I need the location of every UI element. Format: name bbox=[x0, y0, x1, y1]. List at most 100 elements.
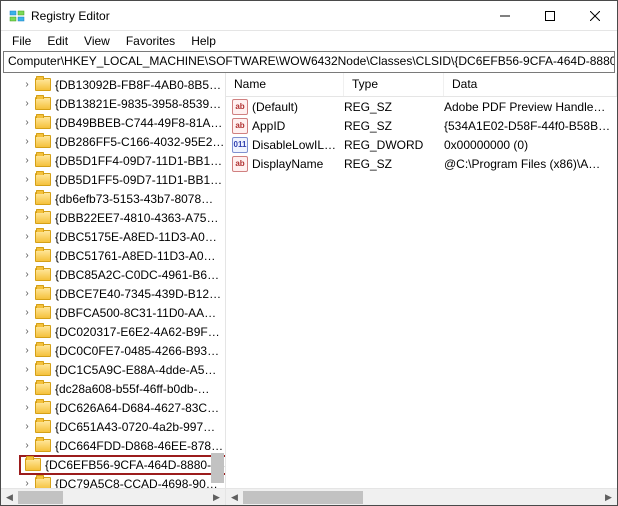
tree-item[interactable]: ›{DB286FF5-C166-4032-95E2… bbox=[1, 132, 225, 151]
tree-item[interactable]: ›{DB5D1FF5-09D7-11D1-BB1… bbox=[1, 170, 225, 189]
binary-value-icon: 011 bbox=[232, 137, 248, 153]
tree-item-label: {DC664FDD-D868-46EE-878… bbox=[55, 439, 223, 453]
scroll-right-icon[interactable]: ▶ bbox=[600, 489, 617, 506]
menu-file[interactable]: File bbox=[5, 32, 38, 50]
menubar: File Edit View Favorites Help bbox=[1, 31, 617, 51]
folder-icon bbox=[35, 439, 51, 452]
column-data[interactable]: Data bbox=[444, 73, 617, 96]
value-row[interactable]: abAppIDREG_SZ{534A1E02-D58F-44f0-B58B… bbox=[226, 116, 617, 135]
tree-item-label: {DC0C0FE7-0485-4266-B93… bbox=[55, 344, 219, 358]
value-row[interactable]: 011DisableLowILPro…REG_DWORD0x00000000 (… bbox=[226, 135, 617, 154]
value-list-pane: Name Type Data ab(Default)REG_SZAdobe PD… bbox=[226, 73, 617, 505]
maximize-button[interactable] bbox=[527, 1, 572, 30]
tree-item-label: {DB49BBEB-C744-49F8-81A… bbox=[55, 116, 222, 130]
folder-icon bbox=[35, 116, 51, 129]
tree-item[interactable]: › {DC79A5C8-CCAD-4698-90… bbox=[1, 474, 225, 488]
tree-item-label: {DC020317-E6E2-4A62-B9F… bbox=[55, 325, 220, 339]
menu-view[interactable]: View bbox=[77, 32, 117, 50]
chevron-right-icon: › bbox=[21, 383, 33, 394]
tree-item[interactable]: ›{DBC51761-A8ED-11D3-A0… bbox=[1, 246, 225, 265]
chevron-right-icon: › bbox=[21, 155, 33, 166]
value-list[interactable]: ab(Default)REG_SZAdobe PDF Preview Handl… bbox=[226, 97, 617, 488]
tree-item[interactable]: ›{DB13821E-9835-3958-8539… bbox=[1, 94, 225, 113]
tree-hscroll[interactable]: ◀ ▶ bbox=[1, 488, 225, 505]
menu-help[interactable]: Help bbox=[184, 32, 223, 50]
window-controls bbox=[482, 1, 617, 30]
tree-item[interactable]: ›{DC1C5A9C-E88A-4dde-A5… bbox=[1, 360, 225, 379]
chevron-right-icon: › bbox=[21, 421, 33, 432]
tree-item[interactable]: ›{DBB22EE7-4810-4363-A75… bbox=[1, 208, 225, 227]
value-type: REG_SZ bbox=[344, 100, 444, 114]
folder-icon bbox=[35, 306, 51, 319]
folder-icon bbox=[35, 173, 51, 186]
tree-item[interactable]: › {DC0C0FE7-0485-4266-B93… bbox=[1, 341, 225, 360]
minimize-button[interactable] bbox=[482, 1, 527, 30]
tree-item-label: {DC626A64-D684-4627-83C… bbox=[55, 401, 219, 415]
tree-item-label: {DBC85A2C-C0DC-4961-B6… bbox=[55, 268, 219, 282]
menu-favorites[interactable]: Favorites bbox=[119, 32, 182, 50]
tree-item[interactable]: › {DBC85A2C-C0DC-4961-B6… bbox=[1, 265, 225, 284]
chevron-right-icon: › bbox=[21, 136, 33, 147]
scroll-left-icon[interactable]: ◀ bbox=[226, 489, 243, 506]
tree-item[interactable]: ›{DB5D1FF4-09D7-11D1-BB1… bbox=[1, 151, 225, 170]
tree-item[interactable]: ›{db6efb73-5153-43b7-8078… bbox=[1, 189, 225, 208]
window-title: Registry Editor bbox=[31, 9, 482, 23]
folder-icon bbox=[35, 135, 51, 148]
tree-item[interactable]: › {DBCE7E40-7345-439D-B12… bbox=[1, 284, 225, 303]
list-hscroll-thumb[interactable] bbox=[243, 491, 363, 504]
tree-item-label: {DC1C5A9C-E88A-4dde-A5… bbox=[55, 363, 216, 377]
folder-icon bbox=[35, 420, 51, 433]
tree-item[interactable]: ›{DBFCA500-8C31-11D0-AA… bbox=[1, 303, 225, 322]
tree-item[interactable]: ›{DBC5175E-A8ED-11D3-A0… bbox=[1, 227, 225, 246]
tree-item[interactable]: › {DB49BBEB-C744-49F8-81A… bbox=[1, 113, 225, 132]
chevron-right-icon: › bbox=[21, 117, 33, 128]
tree-item[interactable]: {DC6EFB56-9CFA-464D-8880-44885D7DC193} bbox=[1, 455, 225, 474]
tree-item-label: {DBCE7E40-7345-439D-B12… bbox=[55, 287, 221, 301]
column-type[interactable]: Type bbox=[344, 73, 444, 96]
value-data: @C:\Program Files (x86)\A… bbox=[444, 157, 617, 171]
tree-item-label: {DBC5175E-A8ED-11D3-A0… bbox=[55, 230, 217, 244]
chevron-right-icon: › bbox=[21, 478, 33, 488]
folder-icon bbox=[35, 211, 51, 224]
tree-item[interactable]: › {DC626A64-D684-4627-83C… bbox=[1, 398, 225, 417]
address-bar[interactable]: Computer\HKEY_LOCAL_MACHINE\SOFTWARE\WOW… bbox=[3, 51, 615, 73]
tree-item-label: {DBC51761-A8ED-11D3-A0… bbox=[55, 249, 216, 263]
list-hscroll[interactable]: ◀ ▶ bbox=[226, 488, 617, 505]
chevron-right-icon: › bbox=[21, 345, 33, 356]
value-row[interactable]: abDisplayNameREG_SZ@C:\Program Files (x8… bbox=[226, 154, 617, 173]
column-name[interactable]: Name bbox=[226, 73, 344, 96]
value-name: (Default) bbox=[252, 100, 344, 114]
chevron-right-icon: › bbox=[21, 402, 33, 413]
tree-item[interactable]: ›{DB13092B-FB8F-4AB0-8B5… bbox=[1, 75, 225, 94]
chevron-right-icon: › bbox=[21, 212, 33, 223]
tree-pane: ›{DB13092B-FB8F-4AB0-8B5…›{DB13821E-9835… bbox=[1, 73, 226, 505]
folder-icon bbox=[35, 230, 51, 243]
tree-item[interactable]: ›{DC651A43-0720-4a2b-997… bbox=[1, 417, 225, 436]
menu-edit[interactable]: Edit bbox=[40, 32, 75, 50]
registry-tree[interactable]: ›{DB13092B-FB8F-4AB0-8B5…›{DB13821E-9835… bbox=[1, 73, 225, 488]
chevron-right-icon: › bbox=[21, 98, 33, 109]
tree-item[interactable]: › {dc28a608-b55f-46ff-b0db-… bbox=[1, 379, 225, 398]
scroll-left-icon[interactable]: ◀ bbox=[1, 489, 18, 506]
tree-hscroll-thumb[interactable] bbox=[18, 491, 63, 504]
chevron-right-icon: › bbox=[21, 269, 33, 280]
chevron-right-icon: › bbox=[21, 440, 33, 451]
main-pane: ›{DB13092B-FB8F-4AB0-8B5…›{DB13821E-9835… bbox=[1, 73, 617, 505]
chevron-right-icon: › bbox=[21, 288, 33, 299]
tree-item-label: {DC79A5C8-CCAD-4698-90… bbox=[55, 477, 218, 489]
value-row[interactable]: ab(Default)REG_SZAdobe PDF Preview Handl… bbox=[226, 97, 617, 116]
close-button[interactable] bbox=[572, 1, 617, 30]
tree-item[interactable]: › {DC664FDD-D868-46EE-878… bbox=[1, 436, 225, 455]
tree-item-label: {dc28a608-b55f-46ff-b0db-… bbox=[55, 382, 210, 396]
tree-item-label: {DB13092B-FB8F-4AB0-8B5… bbox=[55, 78, 221, 92]
value-name: AppID bbox=[252, 119, 344, 133]
tree-item[interactable]: ›{DC020317-E6E2-4A62-B9F… bbox=[1, 322, 225, 341]
tree-item-label: {DBFCA500-8C31-11D0-AA… bbox=[55, 306, 216, 320]
value-type: REG_DWORD bbox=[344, 138, 444, 152]
folder-icon bbox=[35, 192, 51, 205]
tree-scrollbar-thumb[interactable] bbox=[211, 453, 224, 483]
regedit-icon bbox=[9, 8, 25, 24]
tree-item-label: {DB5D1FF5-09D7-11D1-BB1… bbox=[55, 173, 222, 187]
chevron-right-icon: › bbox=[21, 193, 33, 204]
scroll-right-icon[interactable]: ▶ bbox=[208, 489, 225, 506]
